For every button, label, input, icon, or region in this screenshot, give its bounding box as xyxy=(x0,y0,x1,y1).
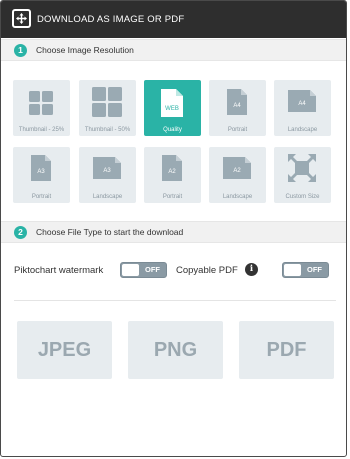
tile-label: Landscape xyxy=(92,194,123,200)
copyable-pdf-toggle[interactable]: OFF xyxy=(282,262,329,278)
grid-small-icon xyxy=(29,91,53,115)
tile-a3-landscape[interactable]: A3 Landscape xyxy=(79,147,136,203)
tile-a2-portrait[interactable]: A2 Portrait xyxy=(144,147,201,203)
custom-size-icon xyxy=(288,154,316,182)
tile-badge: A4 xyxy=(298,101,306,107)
dialog-header: DOWNLOAD AS IMAGE OR PDF xyxy=(1,1,346,38)
step-2-badge: 2 xyxy=(14,226,27,239)
step-2-header: 2 Choose File Type to start the download xyxy=(1,221,346,243)
info-icon[interactable]: i xyxy=(245,263,258,276)
toggle-state: OFF xyxy=(307,265,322,274)
divider xyxy=(14,300,336,301)
toggle-knob xyxy=(284,264,301,276)
step-2-label: Choose File Type to start the download xyxy=(36,227,184,237)
pdf-button[interactable]: PDF xyxy=(239,321,334,379)
tile-label: Thumbnail - 25% xyxy=(18,127,65,133)
tile-badge: A3 xyxy=(37,169,45,175)
tile-label: Landscape xyxy=(222,194,253,200)
tile-thumbnail-25[interactable]: Thumbnail - 25% xyxy=(13,80,70,136)
tile-a3-portrait[interactable]: A3 Portrait xyxy=(13,147,70,203)
tile-badge: WEB xyxy=(165,106,179,112)
tile-label: Thumbnail - 50% xyxy=(84,127,131,133)
portrait-page-icon: A4 xyxy=(227,89,247,115)
jpeg-button[interactable]: JPEG xyxy=(17,321,112,379)
tile-label: Quality xyxy=(163,127,182,133)
step-1-badge: 1 xyxy=(14,44,27,57)
toggle-state: OFF xyxy=(145,265,160,274)
toggle-knob xyxy=(122,264,139,276)
landscape-page-icon: A2 xyxy=(223,157,251,179)
tile-label: Landscape xyxy=(287,127,318,133)
tile-label: Portrait xyxy=(162,194,183,200)
watermark-toggle[interactable]: OFF xyxy=(120,262,167,278)
download-dialog: DOWNLOAD AS IMAGE OR PDF 1 Choose Image … xyxy=(0,0,347,457)
tile-badge: A2 xyxy=(168,169,176,175)
tile-a4-landscape[interactable]: A4 Landscape xyxy=(274,80,331,136)
tile-badge: A4 xyxy=(233,103,241,109)
web-document-icon: WEB xyxy=(161,89,183,117)
portrait-page-icon: A2 xyxy=(162,155,182,181)
tile-label: Portrait xyxy=(227,127,248,133)
tile-label: Custom Size xyxy=(285,194,320,200)
tile-badge: A3 xyxy=(103,168,111,174)
png-button[interactable]: PNG xyxy=(128,321,223,379)
tile-a2-landscape[interactable]: A2 Landscape xyxy=(209,147,266,203)
tile-badge: A2 xyxy=(233,168,241,174)
step-1-header: 1 Choose Image Resolution xyxy=(1,39,346,61)
expand-frame-icon xyxy=(12,9,31,28)
tile-a4-portrait[interactable]: A4 Portrait xyxy=(209,80,266,136)
tile-custom-size[interactable]: Custom Size xyxy=(274,147,331,203)
landscape-page-icon: A3 xyxy=(93,157,121,179)
tile-web-quality[interactable]: WEB Quality xyxy=(144,80,201,136)
portrait-page-icon: A3 xyxy=(31,155,51,181)
tile-label: Portrait xyxy=(31,194,52,200)
dialog-title: DOWNLOAD AS IMAGE OR PDF xyxy=(37,14,185,25)
copyable-pdf-label: Copyable PDF xyxy=(176,265,238,276)
landscape-page-icon: A4 xyxy=(288,90,316,112)
grid-large-icon xyxy=(92,87,122,117)
tile-thumbnail-50[interactable]: Thumbnail - 50% xyxy=(79,80,136,136)
watermark-label: Piktochart watermark xyxy=(14,265,104,276)
step-1-label: Choose Image Resolution xyxy=(36,45,134,55)
